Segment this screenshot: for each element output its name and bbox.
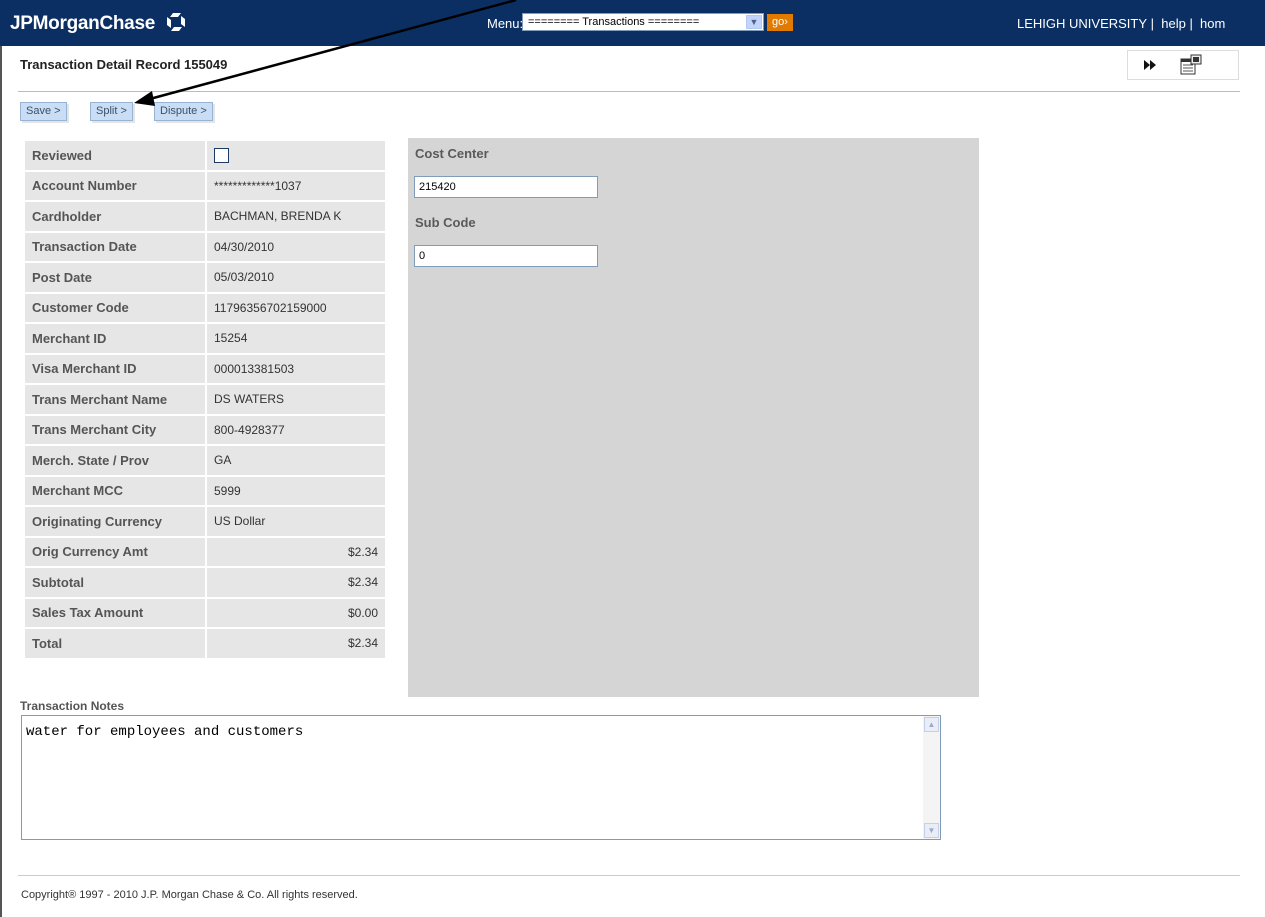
save-button[interactable]: Save > [20,102,67,121]
row-value: 04/30/2010 [207,232,385,261]
university-link[interactable]: LEHIGH UNIVERSITY [1017,16,1147,31]
transaction-notes-textarea[interactable]: water for employees and customers ▲ ▼ [21,715,941,840]
sub-code-field[interactable]: 0 [414,245,598,267]
row-label: Transaction Date [25,232,205,261]
table-row: Visa Merchant ID 000013381503 [25,354,385,383]
table-row: Post Date 05/03/2010 [25,263,385,292]
row-value: GA [207,446,385,475]
row-label: Sales Tax Amount [25,598,205,627]
table-row: Cardholder BACHMAN, BRENDA K [25,202,385,231]
row-label: Merchant MCC [25,476,205,505]
page-title: Transaction Detail Record 155049 [20,57,228,72]
row-value: US Dollar [207,507,385,536]
footer-divider [18,875,1240,876]
table-row: Account Number *************1037 [25,171,385,200]
logo-text: JPMorganChase [10,13,155,34]
row-label: Trans Merchant Name [25,385,205,414]
top-navigation-bar: JPMorganChase Menu: ======== Transaction… [0,0,1265,46]
row-value: $2.34 [207,537,385,566]
table-row: Trans Merchant City 800-4928377 [25,415,385,444]
row-value: 800-4928377 [207,415,385,444]
row-value: DS WATERS [207,385,385,414]
menu-label: Menu: [487,16,524,31]
dispute-button[interactable]: Dispute > [154,102,213,121]
row-value: $2.34 [207,568,385,597]
tool-box [1127,50,1239,80]
table-row: Trans Merchant Name DS WATERS [25,385,385,414]
table-row: Merchant ID 15254 [25,324,385,353]
copyright-text: Copyright® 1997 - 2010 J.P. Morgan Chase… [21,889,358,901]
row-value: 11796356702159000 [207,293,385,322]
row-label: Originating Currency [25,507,205,536]
fast-forward-icon[interactable] [1144,60,1156,70]
table-row: Customer Code 11796356702159000 [25,293,385,322]
scroll-up-icon[interactable]: ▲ [924,717,939,732]
notes-text: water for employees and customers [26,724,304,740]
top-links: LEHIGH UNIVERSITY | help | hom [1017,16,1226,31]
chevron-down-icon[interactable]: ▼ [746,15,762,29]
row-value: 05/03/2010 [207,263,385,292]
table-row: Total $2.34 [25,629,385,658]
row-label: Trans Merchant City [25,415,205,444]
divider [18,91,1240,92]
row-label: Reviewed [25,141,205,170]
row-label: Visa Merchant ID [25,354,205,383]
row-label: Customer Code [25,293,205,322]
table-row: Originating Currency US Dollar [25,507,385,536]
row-value: $0.00 [207,598,385,627]
row-label: Orig Currency Amt [25,537,205,566]
row-label: Post Date [25,263,205,292]
left-border [0,0,2,917]
row-value: 15254 [207,324,385,353]
notes-label: Transaction Notes [20,699,125,713]
go-button[interactable]: go› [767,14,793,31]
jpmorganchase-logo: JPMorganChase [10,12,186,35]
properties-icon[interactable] [1179,54,1204,76]
row-value: 000013381503 [207,354,385,383]
menu-select[interactable]: ======== Transactions ======== ▼ [522,13,764,31]
cost-center-field[interactable]: 215420 [414,176,598,198]
row-label: Subtotal [25,568,205,597]
table-row: Sales Tax Amount $0.00 [25,598,385,627]
home-link[interactable]: hom [1200,16,1225,31]
cost-center-label: Cost Center [415,146,489,161]
chase-octagon-icon [166,13,185,31]
row-label: Total [25,629,205,658]
row-value: *************1037 [207,171,385,200]
row-value: 5999 [207,476,385,505]
help-link[interactable]: help [1161,16,1186,31]
reviewed-checkbox[interactable] [214,147,229,163]
table-row: Merchant MCC 5999 [25,476,385,505]
row-label: Cardholder [25,202,205,231]
accounting-panel: Cost Center 215420 Sub Code 0 [408,138,979,697]
split-button[interactable]: Split > [90,102,133,121]
table-row: Transaction Date 04/30/2010 [25,232,385,261]
row-label: Merchant ID [25,324,205,353]
row-label: Account Number [25,171,205,200]
table-row: Merch. State / Prov GA [25,446,385,475]
row-value: BACHMAN, BRENDA K [207,202,385,231]
sub-code-label: Sub Code [415,215,476,230]
row-label: Merch. State / Prov [25,446,205,475]
table-row: Reviewed [25,141,385,170]
scroll-down-icon[interactable]: ▼ [924,823,939,838]
menu-selected-value: ======== Transactions ======== [528,16,700,28]
notes-scrollbar[interactable]: ▲ ▼ [923,716,940,839]
row-value: $2.34 [207,629,385,658]
table-row: Orig Currency Amt $2.34 [25,537,385,566]
transaction-detail-table: Reviewed Account Number *************1037… [23,139,387,660]
row-value [207,141,385,170]
table-row: Subtotal $2.34 [25,568,385,597]
